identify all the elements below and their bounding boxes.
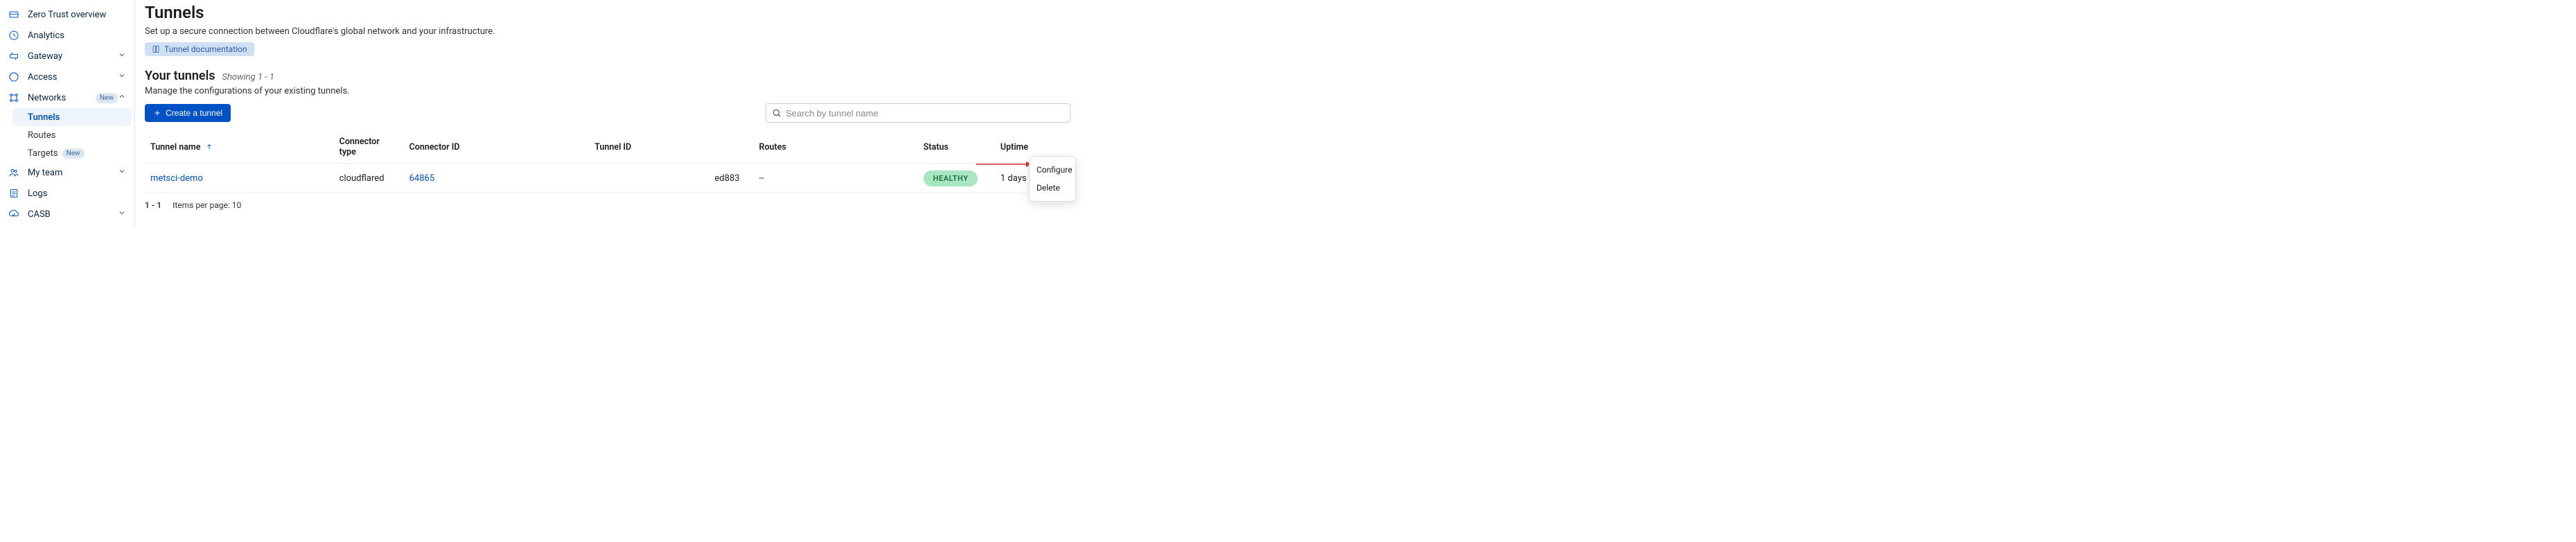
footer-per-page: Items per page: 10 — [173, 200, 241, 210]
sidebar-subitem-routes[interactable]: Routes — [28, 126, 134, 144]
chevron-down-icon — [118, 71, 126, 82]
chevron-down-icon — [118, 51, 126, 62]
sidebar-item-label: Logs — [28, 189, 126, 199]
sort-asc-icon — [206, 143, 213, 150]
sidebar-item-analytics[interactable]: Analytics — [0, 25, 134, 46]
table-footer: 1 - 1 Items per page: 10 — [145, 200, 1070, 210]
col-connector-type[interactable]: Connector type — [334, 131, 404, 164]
section-title: Your tunnels — [145, 69, 215, 83]
col-routes[interactable]: Routes — [754, 131, 918, 164]
sidebar-subnav-networks: Tunnels Routes Targets New — [0, 108, 134, 162]
tunnels-table: Tunnel name Connector type Connector ID … — [145, 131, 1070, 193]
sidebar-subitem-label: Targets — [28, 148, 58, 159]
sidebar-item-label: Zero Trust overview — [28, 10, 126, 20]
sidebar-item-label: Analytics — [28, 30, 126, 41]
new-badge: New — [62, 148, 85, 159]
search-icon — [772, 108, 782, 118]
gateway-icon — [8, 51, 19, 62]
search-container — [766, 103, 1070, 123]
sidebar-item-gateway[interactable]: Gateway — [0, 46, 134, 67]
team-icon — [8, 167, 19, 178]
sidebar-item-label: My team — [28, 168, 118, 178]
sidebar-item-label: CASB — [28, 209, 118, 220]
section-description: Manage the configurations of your existi… — [145, 86, 1070, 96]
create-tunnel-button[interactable]: Create a tunnel — [145, 104, 231, 122]
chevron-up-icon — [118, 92, 126, 103]
sidebar-item-myteam[interactable]: My team — [0, 162, 134, 183]
card-icon — [8, 9, 19, 20]
sidebar-nav: Zero Trust overview Analytics Gateway Ac… — [0, 0, 135, 227]
plus-icon — [153, 109, 161, 117]
sidebar-item-networks[interactable]: Networks New — [0, 87, 134, 108]
book-icon — [152, 45, 160, 53]
sidebar-subitem-targets[interactable]: Targets New — [28, 144, 134, 162]
row-actions-menu: Configure Delete — [1029, 156, 1076, 202]
sidebar-subitem-label: Tunnels — [28, 112, 60, 123]
tunnel-name-link[interactable]: metsci-demo — [150, 173, 203, 184]
chevron-down-icon — [118, 209, 126, 220]
sidebar-item-label: Gateway — [28, 51, 118, 62]
footer-range: 1 - 1 — [145, 200, 161, 210]
cell-connector-type: cloudflared — [334, 164, 404, 193]
sidebar-item-label: Networks — [28, 93, 91, 103]
col-tunnel-id[interactable]: Tunnel ID — [589, 131, 753, 164]
new-badge: New — [96, 93, 118, 103]
menu-item-delete[interactable]: Delete — [1030, 179, 1075, 197]
toolbar: Create a tunnel — [145, 103, 1070, 123]
table-row: metsci-demo cloudflared 64865 ed883 -- H… — [145, 164, 1070, 193]
cell-routes: -- — [754, 164, 918, 193]
page-title: Tunnels — [145, 3, 1070, 22]
access-icon — [8, 71, 19, 82]
sidebar-item-overview[interactable]: Zero Trust overview — [0, 4, 134, 25]
sidebar-item-label: Access — [28, 72, 118, 82]
col-connector-id[interactable]: Connector ID — [404, 131, 590, 164]
page-subtitle: Set up a secure connection between Cloud… — [145, 26, 1070, 37]
section-showing: Showing 1 - 1 — [222, 72, 274, 82]
sidebar-subitem-label: Routes — [28, 130, 55, 141]
col-tunnel-name[interactable]: Tunnel name — [145, 131, 334, 164]
sidebar-item-casb[interactable]: CASB — [0, 204, 134, 225]
chevron-down-icon — [118, 167, 126, 178]
table-header-row: Tunnel name Connector type Connector ID … — [145, 131, 1070, 164]
sidebar-item-access[interactable]: Access — [0, 67, 134, 87]
clock-icon — [8, 30, 19, 41]
doc-link[interactable]: Tunnel documentation — [145, 42, 254, 56]
casb-icon — [8, 209, 19, 220]
search-input[interactable] — [786, 108, 1064, 119]
create-tunnel-label: Create a tunnel — [166, 108, 222, 118]
section-header: Your tunnels Showing 1 - 1 — [145, 69, 1070, 83]
networks-icon — [8, 92, 19, 103]
connector-id-link[interactable]: 64865 — [409, 173, 435, 184]
col-status[interactable]: Status — [918, 131, 995, 164]
doc-link-label: Tunnel documentation — [164, 44, 247, 54]
main-content: Tunnels Set up a secure connection betwe… — [135, 0, 1080, 227]
menu-item-configure[interactable]: Configure — [1030, 161, 1075, 179]
status-badge: HEALTHY — [924, 171, 978, 186]
logs-icon — [8, 188, 19, 199]
sidebar-subitem-tunnels[interactable]: Tunnels — [12, 108, 132, 126]
cell-tunnel-id: ed883 — [589, 164, 753, 193]
sidebar-item-logs[interactable]: Logs — [0, 183, 134, 204]
